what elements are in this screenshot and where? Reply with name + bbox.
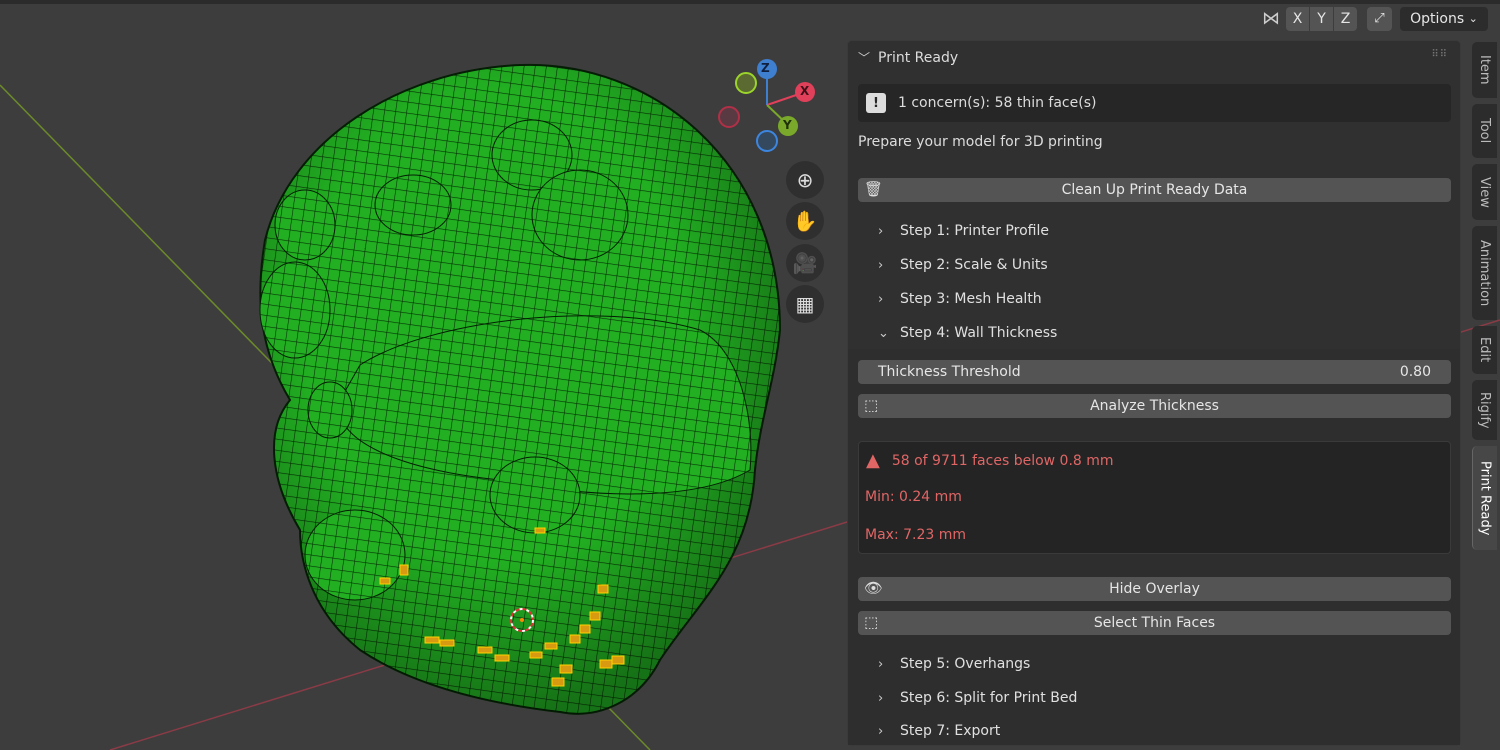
gizmo-y-label[interactable]: Y xyxy=(783,118,792,132)
axis-y-toggle[interactable]: Y xyxy=(1310,6,1333,31)
cube-icon: ⬚ xyxy=(864,396,879,414)
step-label: Step 1: Printer Profile xyxy=(900,223,1049,239)
chevron-down-icon: ⌄ xyxy=(878,325,889,341)
chevron-right-icon: › xyxy=(878,223,884,239)
step-7[interactable]: › Step 7: Export xyxy=(878,723,1000,739)
tab-view[interactable]: View xyxy=(1472,164,1497,220)
zoom-icon[interactable]: ⊕ xyxy=(786,161,824,199)
chevron-down-icon: ﹀ xyxy=(858,51,871,65)
chevron-right-icon: › xyxy=(878,723,884,739)
concern-box: ! 1 concern(s): 58 thin face(s) xyxy=(858,84,1451,122)
panel-title: Print Ready xyxy=(878,49,959,66)
threshold-label: Thickness Threshold xyxy=(878,364,1021,380)
green-mesh-model xyxy=(259,63,782,715)
cleanup-label: Clean Up Print Ready Data xyxy=(1061,182,1248,198)
viewport-header: ⋈ X Y Z ⤢ Options ⌄ xyxy=(1262,5,1488,32)
step-label: Step 5: Overhangs xyxy=(900,656,1031,672)
step-label: Step 4: Wall Thickness xyxy=(900,325,1058,341)
chevron-right-icon: › xyxy=(878,291,884,307)
hide-overlay-button[interactable]: 👁 Hide Overlay xyxy=(858,577,1451,601)
chevron-right-icon: › xyxy=(878,656,884,672)
trash-icon: 🗑 xyxy=(864,180,884,198)
step-1[interactable]: › Step 1: Printer Profile xyxy=(878,223,1049,239)
camera-icon[interactable]: 🎥 xyxy=(786,244,824,282)
tab-print-ready[interactable]: Print Ready xyxy=(1472,446,1497,550)
chevron-right-icon: › xyxy=(878,257,884,273)
max-thickness: Max: 7.23 mm xyxy=(865,527,967,543)
tab-item[interactable]: Item xyxy=(1472,42,1497,98)
tab-rigify[interactable]: Rigify xyxy=(1472,380,1497,440)
step-label: Step 2: Scale & Units xyxy=(900,257,1048,273)
options-dropdown[interactable]: Options ⌄ xyxy=(1400,6,1488,31)
cube-icon: ⬚ xyxy=(864,613,879,631)
step-label: Step 3: Mesh Health xyxy=(900,291,1042,307)
select-thin-label: Select Thin Faces xyxy=(1093,615,1216,631)
hide-overlay-label: Hide Overlay xyxy=(1109,581,1200,597)
min-thickness: Min: 0.24 mm xyxy=(865,489,962,505)
select-thin-faces-button[interactable]: ⬚ Select Thin Faces xyxy=(858,611,1451,635)
analyze-thickness-button[interactable]: ⬚ Analyze Thickness xyxy=(858,394,1451,418)
gizmo-x-label[interactable]: X xyxy=(800,84,809,98)
concern-text: 1 concern(s): 58 thin face(s) xyxy=(898,95,1097,111)
threshold-value: 0.80 xyxy=(1399,364,1431,380)
warning-text: 58 of 9711 faces below 0.8 mm xyxy=(891,452,1114,469)
analyze-label: Analyze Thickness xyxy=(1090,398,1219,414)
chevron-right-icon: › xyxy=(878,690,884,706)
axis-z-toggle[interactable]: Z xyxy=(1334,6,1357,31)
warning-icon: ▲ xyxy=(866,450,880,471)
grid-icon[interactable]: ▦ xyxy=(786,285,824,323)
mirror-icon[interactable]: ⋈ xyxy=(1262,8,1280,29)
print-ready-panel: ﹀ Print Ready ⠿⠿ ! 1 concern(s): 58 thin… xyxy=(847,40,1461,746)
eye-icon: 👁 xyxy=(864,579,884,597)
options-label: Options xyxy=(1410,10,1465,27)
warning-row: ▲ 58 of 9711 faces below 0.8 mm xyxy=(866,450,1114,471)
axis-x-toggle[interactable]: X xyxy=(1286,6,1309,31)
gizmo-z-label[interactable]: Z xyxy=(761,61,770,75)
tab-edit[interactable]: Edit xyxy=(1472,326,1497,374)
tab-tool[interactable]: Tool xyxy=(1472,104,1497,158)
panel-subtitle: Prepare your model for 3D printing xyxy=(858,134,1103,150)
step-2[interactable]: › Step 2: Scale & Units xyxy=(878,257,1048,273)
panel-header[interactable]: ﹀ Print Ready xyxy=(858,49,958,66)
step-6[interactable]: › Step 6: Split for Print Bed xyxy=(878,690,1077,706)
info-icon: ! xyxy=(866,93,886,113)
step-4[interactable]: ⌄ Step 4: Wall Thickness xyxy=(878,325,1057,341)
snap-icon[interactable]: ⤢ xyxy=(1367,6,1392,31)
step-label: Step 7: Export xyxy=(900,723,1001,739)
step-3[interactable]: › Step 3: Mesh Health xyxy=(878,291,1042,307)
drag-handle-icon[interactable]: ⠿⠿ xyxy=(1431,49,1448,60)
thickness-threshold-field[interactable]: Thickness Threshold 0.80 xyxy=(858,360,1451,384)
tab-animation[interactable]: Animation xyxy=(1472,226,1497,320)
results-box: ▲ 58 of 9711 faces below 0.8 mm Min: 0.24… xyxy=(858,441,1451,554)
hand-pan-icon[interactable]: ✋ xyxy=(786,202,824,240)
cleanup-button[interactable]: 🗑 Clean Up Print Ready Data xyxy=(858,178,1451,202)
chevron-down-icon: ⌄ xyxy=(1468,12,1478,25)
step-5[interactable]: › Step 5: Overhangs xyxy=(878,656,1030,672)
step-label: Step 6: Split for Print Bed xyxy=(900,690,1078,706)
